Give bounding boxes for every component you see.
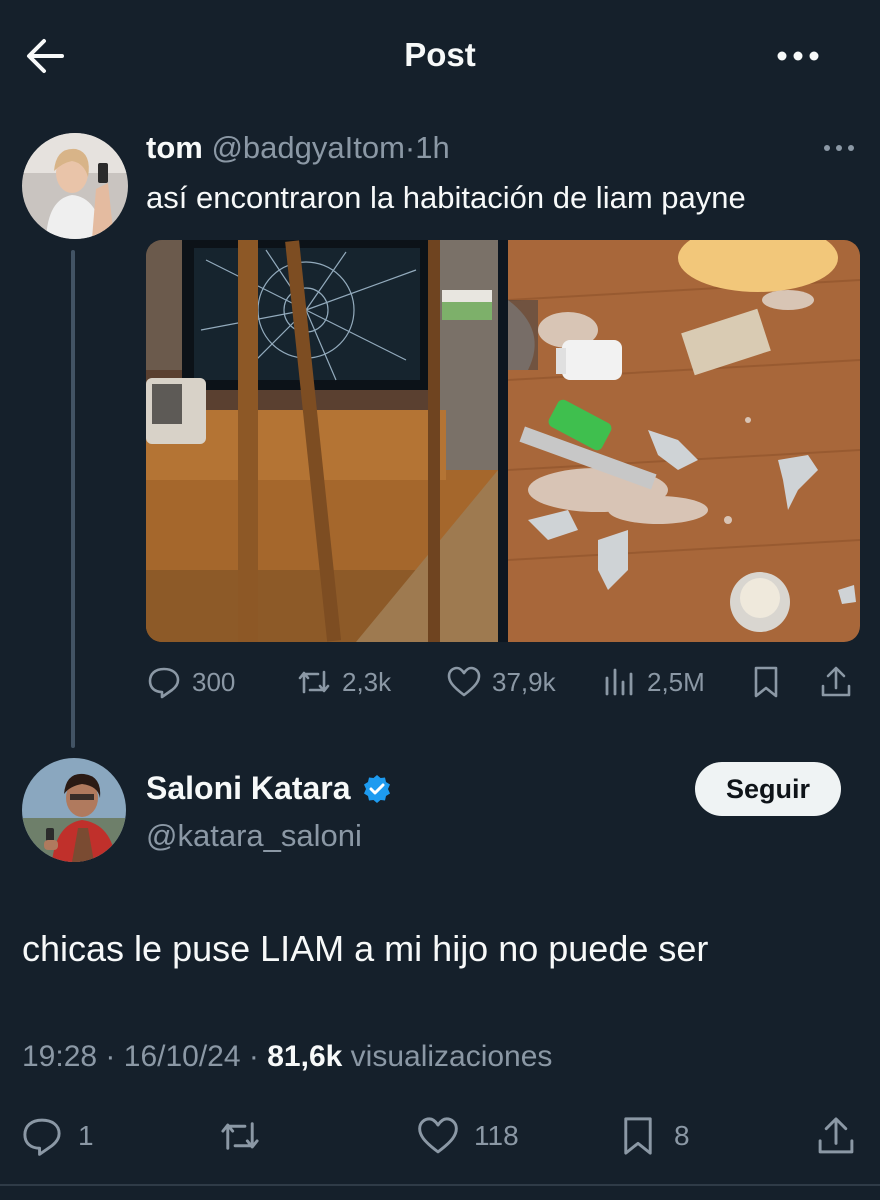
more-options-icon[interactable] <box>776 44 820 68</box>
post-date[interactable]: 16/10/24 <box>124 1040 241 1073</box>
post-text: así encontraron la habitación de liam pa… <box>146 180 746 215</box>
views-count: 81,6k <box>267 1040 343 1073</box>
page-title: Post <box>404 36 476 73</box>
reply-count: 300 <box>192 666 236 697</box>
bookmark-button[interactable]: 8 <box>616 1112 690 1160</box>
view-count: 2,5M <box>647 666 705 697</box>
author-handle[interactable]: @badgyaItom <box>211 130 404 165</box>
author-name[interactable]: Saloni Katara <box>146 770 351 807</box>
separator: · <box>248 1040 259 1073</box>
verified-badge-icon <box>363 774 390 803</box>
share-icon <box>818 1117 854 1154</box>
reply-icon <box>23 1118 61 1156</box>
like-button[interactable]: 118 <box>416 1112 519 1160</box>
media-image-tv[interactable] <box>146 240 498 642</box>
share-button[interactable] <box>818 660 854 704</box>
bookmark-icon <box>754 666 778 698</box>
post-metadata: 19:28 · 16/10/24 · 81,6k visualizaciones <box>22 1040 552 1074</box>
post-media[interactable] <box>146 240 860 642</box>
post-time[interactable]: 19:28 <box>22 1040 97 1073</box>
post-time[interactable]: 1h <box>415 130 449 165</box>
top-bar: Post <box>0 0 880 112</box>
post-header: tom @badgyaItom·1h <box>146 130 450 166</box>
post-action-bar: 300 2,3k 37,9k 2,5M <box>146 660 860 704</box>
repost-icon <box>298 670 330 694</box>
like-button[interactable]: 37,9k <box>446 660 556 704</box>
bookmark-button[interactable] <box>748 660 784 704</box>
like-count: 118 <box>474 1120 519 1151</box>
reply-button[interactable]: 1 <box>20 1112 94 1160</box>
separator: · <box>105 1040 116 1073</box>
views-button[interactable]: 2,5M <box>601 660 705 704</box>
author-name[interactable]: tom <box>146 130 203 165</box>
reply-count: 1 <box>78 1120 94 1151</box>
main-action-bar: 1 118 8 <box>0 1112 880 1160</box>
more-options-icon[interactable] <box>822 140 856 156</box>
repost-count: 2,3k <box>342 666 392 697</box>
repost-icon <box>221 1122 259 1150</box>
separator: · <box>404 130 416 165</box>
bookmark-icon <box>624 1117 652 1155</box>
avatar[interactable] <box>22 133 128 239</box>
post-text: chicas le puse LIAM a mi hijo no puede s… <box>22 928 709 969</box>
thread-connector <box>71 250 75 748</box>
analytics-icon <box>605 668 633 696</box>
bookmark-count: 8 <box>674 1120 690 1151</box>
divider <box>0 1184 880 1186</box>
follow-button[interactable]: Seguir <box>695 762 841 816</box>
share-button[interactable] <box>814 1112 858 1160</box>
reply-button[interactable]: 300 <box>146 660 235 704</box>
author-name-row: Saloni Katara <box>146 770 393 807</box>
reply-icon <box>148 667 180 699</box>
author-handle[interactable]: @katara_saloni <box>146 818 362 854</box>
repost-button[interactable] <box>218 1112 262 1160</box>
like-count: 37,9k <box>492 666 556 697</box>
heart-icon <box>447 666 481 697</box>
heart-icon <box>418 1117 458 1154</box>
share-icon <box>821 666 851 697</box>
repost-button[interactable]: 2,3k <box>296 660 391 704</box>
avatar[interactable] <box>22 758 126 862</box>
views-label: visualizaciones <box>350 1040 553 1073</box>
media-image-table[interactable] <box>508 240 860 642</box>
